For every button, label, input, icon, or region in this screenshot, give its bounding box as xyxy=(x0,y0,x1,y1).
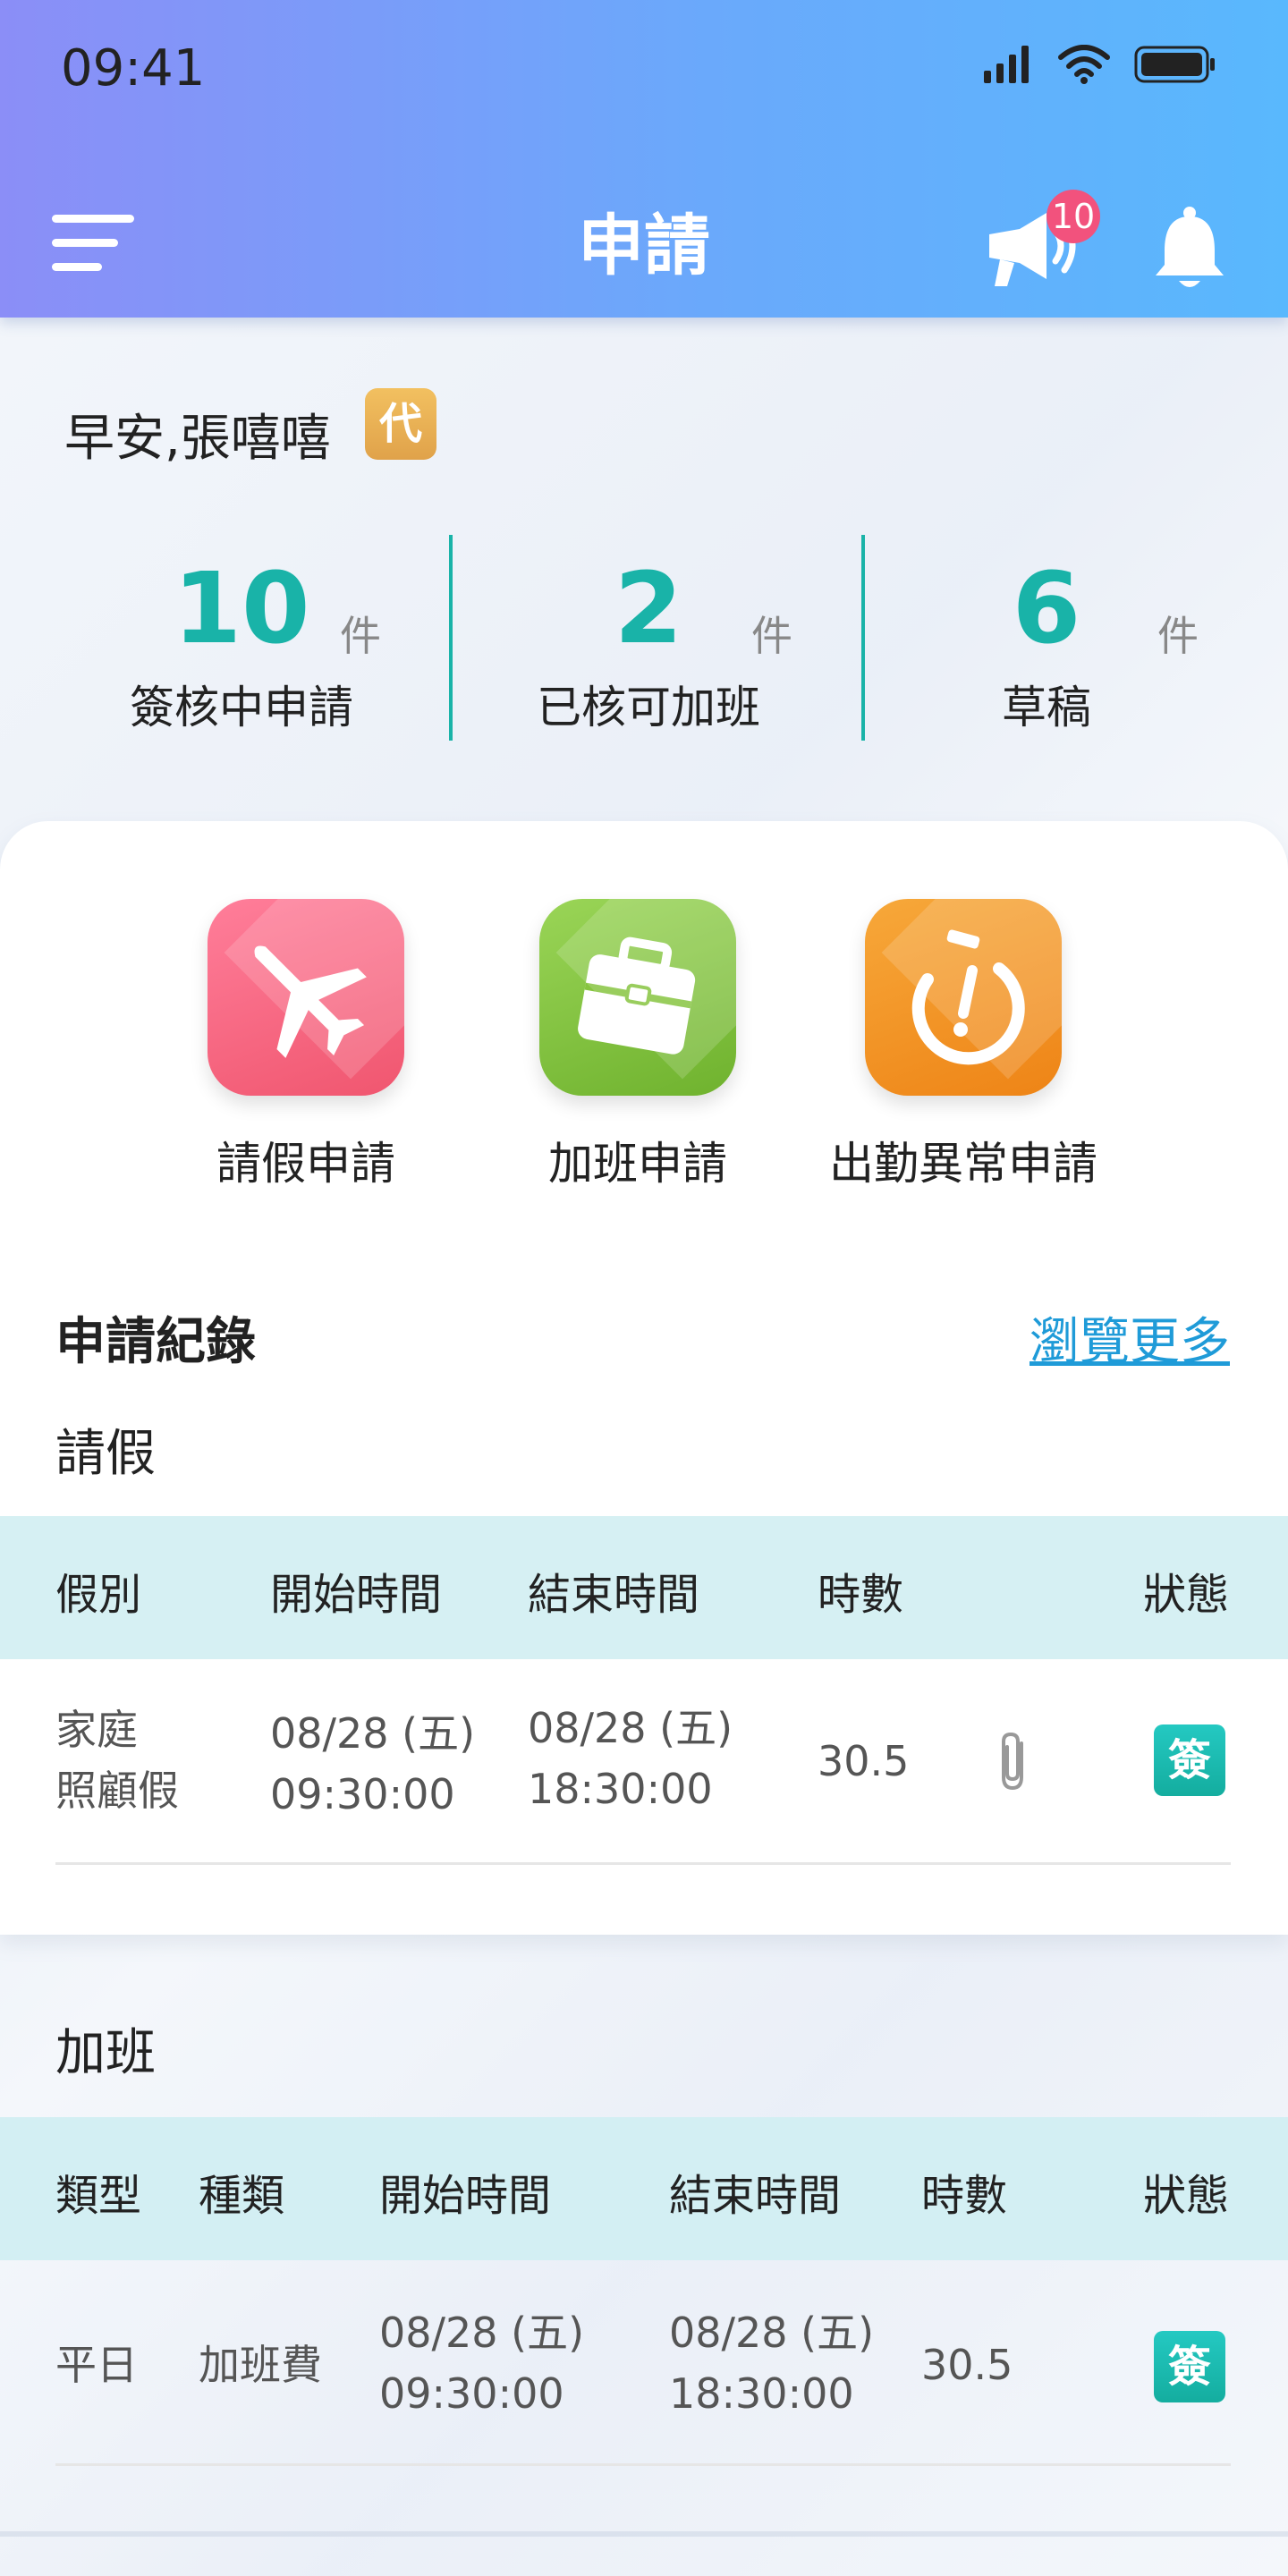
row-divider xyxy=(55,1862,1231,1865)
start-clock: 09:30:00 xyxy=(270,1770,455,1818)
start-time: 08/28 (五) 09:30:00 xyxy=(270,1703,475,1825)
status-badge[interactable]: 簽 xyxy=(1154,1724,1225,1796)
start-date: 08/28 (五) xyxy=(270,1709,476,1758)
stopwatch-icon xyxy=(911,929,1025,1065)
overtime-application-button[interactable]: 加班申請 xyxy=(504,899,772,1192)
hours: 30.5 xyxy=(921,2341,1013,2389)
stat-label: 草稿 xyxy=(1002,682,1091,733)
end-time: 08/28 (五) 18:30:00 xyxy=(669,2302,874,2424)
overtime-tile xyxy=(539,899,736,1096)
bell-icon xyxy=(1156,207,1224,287)
leave-type-line2: 照顧假 xyxy=(55,1767,179,1815)
column-header: 時數 xyxy=(818,1570,904,1620)
notification-button[interactable] xyxy=(1152,206,1227,292)
overtime-table-header: 類型 種類 開始時間 結束時間 時數 狀態 xyxy=(0,2117,1288,2260)
attachment-icon[interactable] xyxy=(996,1731,1032,1793)
stat-label: 已核可加班 xyxy=(537,682,760,733)
end-date: 08/28 (五) xyxy=(669,2309,875,2357)
column-header: 開始時間 xyxy=(270,1570,443,1620)
column-header: 假別 xyxy=(55,1570,142,1620)
start-clock: 09:30:00 xyxy=(379,2369,564,2418)
end-clock: 18:30:00 xyxy=(528,1765,713,1813)
stat-unit: 件 xyxy=(340,612,381,660)
column-header: 開始時間 xyxy=(379,2171,552,2221)
leave-application-button[interactable]: 請假申請 xyxy=(172,899,440,1192)
stat-approved-overtime[interactable]: 2 件 已核可加班 xyxy=(461,550,836,736)
view-more-link[interactable]: 瀏覽更多 xyxy=(1030,1301,1230,1374)
column-header: 狀態 xyxy=(1143,2171,1230,2221)
end-clock: 18:30:00 xyxy=(669,2369,854,2418)
leave-table-header: 假別 開始時間 結束時間 時數 狀態 xyxy=(0,1516,1288,1659)
stat-unit: 件 xyxy=(1157,612,1199,660)
status-icons xyxy=(984,45,1216,84)
quick-action-label: 請假申請 xyxy=(216,1138,395,1190)
column-header: 狀態 xyxy=(1143,1570,1230,1620)
overtime-section-title: 加班 xyxy=(55,2024,156,2082)
end-time: 08/28 (五) 18:30:00 xyxy=(528,1698,733,1819)
row-divider xyxy=(55,2463,1231,2466)
stat-label: 簽核中申請 xyxy=(130,682,353,733)
column-header: 類型 xyxy=(55,2171,142,2221)
leave-type: 家庭 照顧假 xyxy=(55,1699,179,1821)
column-header: 時數 xyxy=(921,2171,1008,2221)
hours: 30.5 xyxy=(818,1737,910,1785)
divider xyxy=(449,535,453,741)
quick-action-label: 出勤異常申請 xyxy=(829,1138,1097,1190)
greeting-text: 早安,張嘻嘻 xyxy=(64,410,331,468)
announcement-badge: 10 xyxy=(1046,190,1100,243)
stat-pending[interactable]: 10 件 簽核中申請 xyxy=(54,550,429,736)
overtime-kind: 加班費 xyxy=(199,2341,322,2389)
proxy-badge: 代 xyxy=(365,388,436,460)
day-type: 平日 xyxy=(55,2341,138,2389)
app-header: 09:41 申請 10 xyxy=(0,0,1288,318)
signal-icon xyxy=(984,46,1029,83)
airplane-icon xyxy=(254,945,367,1058)
leave-type-line1: 家庭 xyxy=(55,1706,138,1754)
briefcase-icon xyxy=(578,936,696,1055)
status-badge[interactable]: 簽 xyxy=(1154,2331,1225,2402)
card-bottom-shadow xyxy=(0,2531,1288,2537)
leave-tile xyxy=(208,899,404,1096)
attendance-tile xyxy=(865,899,1062,1096)
column-header: 結束時間 xyxy=(528,1570,700,1620)
quick-action-label: 加班申請 xyxy=(548,1138,727,1190)
leave-section-title: 請假 xyxy=(55,1425,156,1483)
start-date: 08/28 (五) xyxy=(379,2309,585,2357)
attendance-exception-button[interactable]: 出勤異常申請 xyxy=(829,899,1097,1192)
status-time: 09:41 xyxy=(61,39,206,97)
battery-icon xyxy=(1134,46,1215,83)
wifi-icon xyxy=(1058,45,1110,84)
column-header: 種類 xyxy=(199,2171,285,2221)
column-header: 結束時間 xyxy=(669,2171,842,2221)
records-title: 申請紀錄 xyxy=(55,1313,256,1371)
stat-drafts[interactable]: 6 件 草稿 xyxy=(859,550,1234,736)
start-time: 08/28 (五) 09:30:00 xyxy=(379,2302,584,2424)
end-date: 08/28 (五) xyxy=(528,1704,733,1752)
stat-unit: 件 xyxy=(751,612,792,660)
